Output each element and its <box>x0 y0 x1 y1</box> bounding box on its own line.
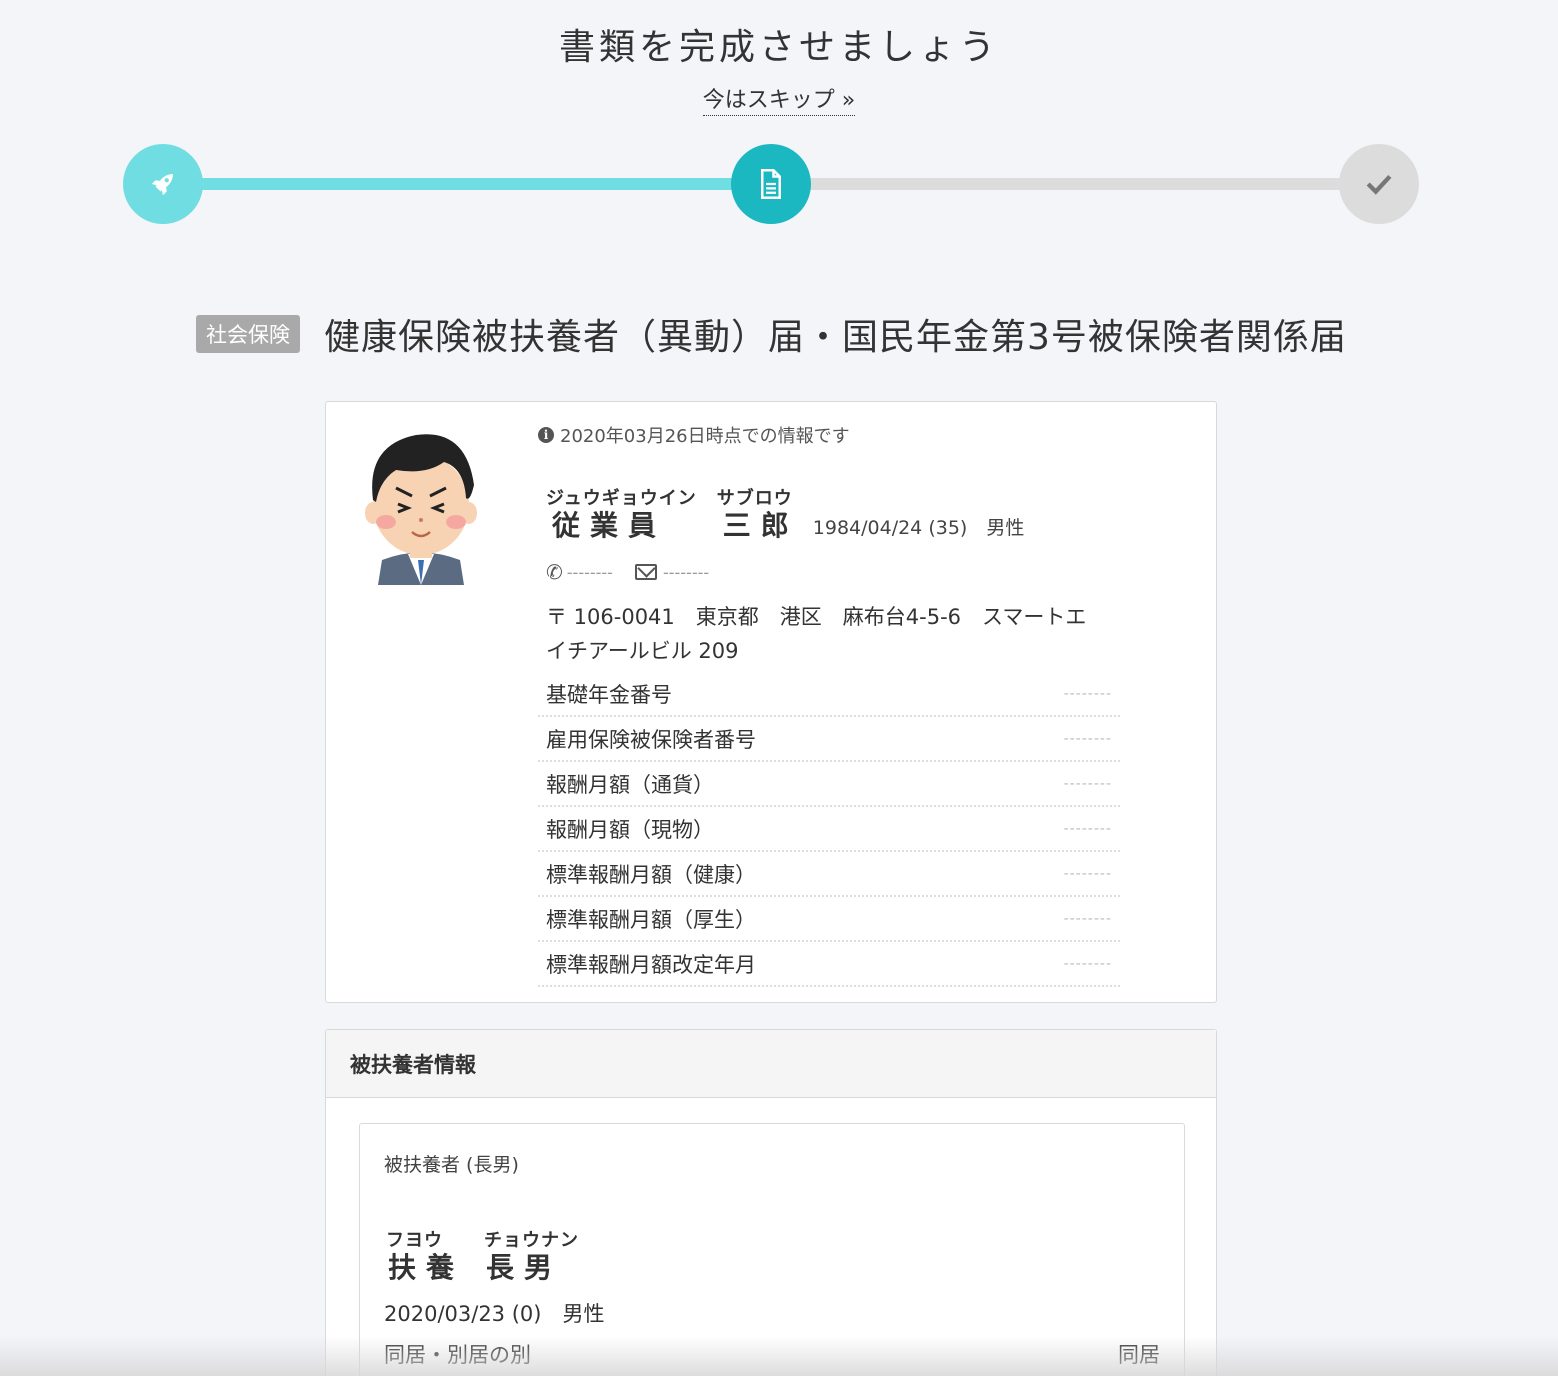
form-title: 健康保険被扶養者（異動）届・国民年金第3号被保険者関係届 <box>324 317 1347 358</box>
page-title: 書類を完成させましょう <box>558 27 999 68</box>
address-line-1: 〒 106-0041 東京都 港区 麻布台4-5-6 スマートエ <box>546 605 1087 629</box>
field-label: 同居・別居の別 <box>384 1343 531 1367</box>
rocket-icon <box>151 174 173 196</box>
field-row: 報酬月額（現物） -------- <box>538 807 1120 852</box>
address: 〒 106-0041 東京都 港区 麻布台4-5-6 スマートエ イチアールビル… <box>546 600 1126 668</box>
field-value: -------- <box>1063 820 1112 837</box>
checkmark-icon <box>1366 174 1392 195</box>
dependent-card: 被扶養者 (長男) フヨウ 扶養 チョウナン 長男 2020/03/23 (0)… <box>359 1123 1185 1376</box>
dependent-family-kana: フヨウ <box>386 1230 443 1251</box>
skip-link[interactable]: 今はスキップ » <box>702 88 856 116</box>
dependents-section-title: 被扶養者情報 <box>326 1030 1216 1098</box>
dependents-card: 被扶養者情報 被扶養者 (長男) フヨウ 扶養 チョウナン 長男 2020/03… <box>325 1029 1217 1376</box>
phone-value: -------- <box>566 562 613 582</box>
field-value: -------- <box>1063 910 1112 927</box>
field-label: 標準報酬月額（健康） <box>546 862 756 887</box>
field-row: 標準報酬月額（厚生） -------- <box>538 897 1120 942</box>
field-value: -------- <box>1063 730 1112 747</box>
dependent-label: 被扶養者 (長男) <box>384 1154 519 1176</box>
field-row: 基礎年金番号 -------- <box>538 672 1120 717</box>
form-header: 社会保険 健康保険被扶養者（異動）届・国民年金第3号被保険者関係届 <box>196 308 1347 360</box>
info-icon: i <box>538 427 554 443</box>
skip-link-wrapper: 今はスキップ » <box>0 82 1558 116</box>
field-label: 基礎年金番号 <box>546 682 672 707</box>
family-name: ジュウギョウイン 従業員 <box>546 484 697 542</box>
field-row: 標準報酬月額（健康） -------- <box>538 852 1120 897</box>
progress-line-complete <box>160 178 780 190</box>
dependent-given-kanji: 長男 <box>486 1251 563 1284</box>
address-line-2: イチアールビル 209 <box>546 639 739 663</box>
given-name-kanji: 三郎 <box>722 509 799 542</box>
email-value: -------- <box>662 562 710 582</box>
field-row: 同居・別居の別 同居 <box>374 1332 1170 1376</box>
progress-line-remaining <box>780 178 1380 190</box>
dependent-birth-info: 2020/03/23 (0) 男性 <box>384 1302 605 1326</box>
field-value: 同居 <box>1118 1343 1160 1367</box>
dependent-given-name: チョウナン 長男 <box>484 1226 579 1284</box>
field-value: -------- <box>1063 955 1112 972</box>
dependent-name: フヨウ 扶養 チョウナン 長男 <box>386 1226 579 1284</box>
field-label: 報酬月額（現物） <box>546 817 714 842</box>
given-name: サブロウ 三郎 <box>717 484 799 542</box>
field-row: 報酬月額（通貨） -------- <box>538 762 1120 807</box>
given-name-kana: サブロウ <box>716 488 793 509</box>
document-icon <box>761 169 781 199</box>
step-document[interactable] <box>731 144 811 224</box>
phone-icon: ✆ <box>546 560 563 584</box>
field-row: 雇用保険被保険者番号 -------- <box>538 717 1120 762</box>
mail-icon <box>634 564 657 580</box>
employee-name: ジュウギョウイン 従業員 サブロウ 三郎 1984/04/24 (35) 男性 <box>546 484 1024 542</box>
family-name-kanji: 従業員 <box>552 509 667 542</box>
dependent-given-kana: チョウナン <box>484 1230 580 1251</box>
field-value: -------- <box>1063 685 1112 702</box>
field-label: 標準報酬月額改定年月 <box>546 952 756 977</box>
field-row: 標準報酬月額改定年月 -------- <box>538 942 1120 987</box>
field-label: 標準報酬月額（厚生） <box>546 907 756 932</box>
category-badge: 社会保険 <box>196 315 300 353</box>
field-value: -------- <box>1063 775 1112 792</box>
field-value: -------- <box>1063 865 1112 882</box>
employee-card: i 2020年03月26日時点での情報です ジュウギョウイン 従業員 サブロウ … <box>325 401 1217 1003</box>
info-note-text: 2020年03月26日時点での情報です <box>560 426 850 447</box>
info-note: i 2020年03月26日時点での情報です <box>538 422 850 448</box>
step-complete[interactable] <box>1339 144 1419 224</box>
dependent-family-kanji: 扶養 <box>388 1251 465 1284</box>
birth-info: 1984/04/24 (35) 男性 <box>812 517 1025 539</box>
dependent-fields: 同居・別居の別 同居 <box>374 1332 1170 1376</box>
field-label: 報酬月額（通貨） <box>546 772 714 797</box>
employee-fields: 基礎年金番号 -------- 雇用保険被保険者番号 -------- 報酬月額（通… <box>538 672 1120 987</box>
step-start[interactable] <box>123 144 203 224</box>
contact-row: ✆ -------- -------- <box>546 560 709 584</box>
dependent-family-name: フヨウ 扶養 <box>386 1226 464 1284</box>
employee-avatar <box>365 434 477 585</box>
field-label: 雇用保険被保険者番号 <box>546 727 756 752</box>
family-name-kana: ジュウギョウイン <box>546 488 697 509</box>
